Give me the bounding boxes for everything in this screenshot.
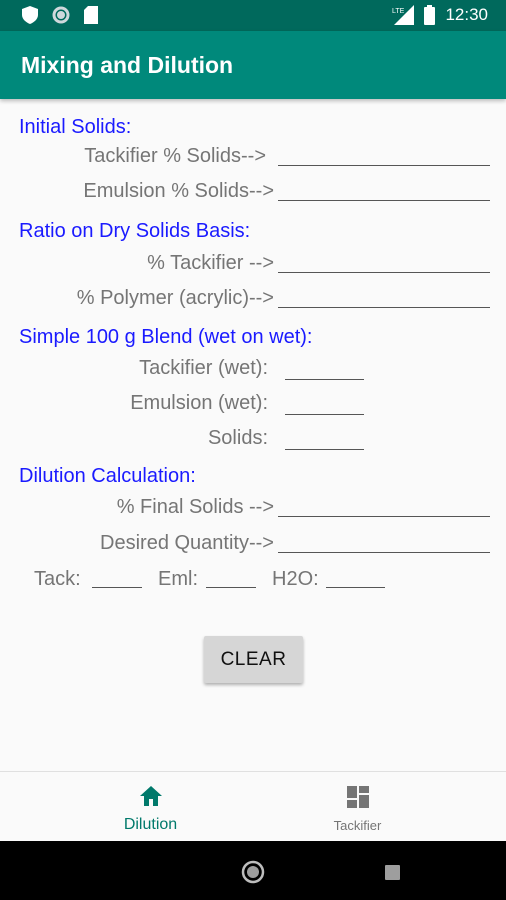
status-right-icons: LTE 12:30 xyxy=(392,5,488,25)
eml-output[interactable] xyxy=(206,564,256,588)
svg-text:LTE: LTE xyxy=(392,8,405,15)
final-solids-label: % Final Solids --> xyxy=(116,496,274,518)
tackifier-ratio-input[interactable] xyxy=(278,249,490,273)
solids-label: Solids: xyxy=(207,427,268,449)
battery-icon xyxy=(424,5,436,25)
tack-output[interactable] xyxy=(92,564,142,588)
blend-heading: Simple 100 g Blend (wet on wet): xyxy=(19,326,313,348)
solids-output[interactable] xyxy=(285,426,364,450)
h2o-output[interactable] xyxy=(326,564,385,588)
bottom-navigation: Dilution Tackifier xyxy=(0,771,506,841)
tackifier-wet-label: Tackifier (wet): xyxy=(139,357,268,379)
tackifier-solids-input[interactable] xyxy=(278,142,490,166)
polymer-ratio-label: % Polymer (acrylic)--> xyxy=(76,287,274,309)
tackifier-wet-output[interactable] xyxy=(285,356,364,380)
emulsion-solids-label: Emulsion % Solids--> xyxy=(83,180,274,202)
polymer-ratio-input[interactable] xyxy=(278,284,490,308)
circle-status-icon xyxy=(52,6,70,24)
app-bar: Mixing and Dilution xyxy=(0,31,506,99)
desired-quantity-label: Desired Quantity--> xyxy=(100,532,274,554)
lte-signal-icon: LTE xyxy=(392,5,415,25)
desired-quantity-input[interactable] xyxy=(278,529,490,553)
status-left-icons xyxy=(22,6,98,24)
home-circle-icon[interactable] xyxy=(241,860,265,884)
nav-label-tackifier: Tackifier xyxy=(333,818,382,833)
tackifier-solids-label: Tackifier % Solids--> xyxy=(84,145,266,167)
final-solids-input[interactable] xyxy=(278,493,490,517)
h2o-label: H2O: xyxy=(272,568,319,590)
status-time: 12:30 xyxy=(445,5,488,24)
dashboard-icon xyxy=(346,786,369,808)
shield-icon xyxy=(22,6,38,24)
home-icon xyxy=(139,786,162,806)
emulsion-solids-input[interactable] xyxy=(278,177,490,201)
emulsion-wet-label: Emulsion (wet): xyxy=(130,392,268,414)
ratio-heading: Ratio on Dry Solids Basis: xyxy=(19,220,251,242)
emulsion-wet-output[interactable] xyxy=(285,391,364,415)
app-title: Mixing and Dilution xyxy=(21,52,234,78)
clear-button[interactable]: CLEAR xyxy=(204,636,303,683)
sd-card-icon xyxy=(84,6,98,24)
main-content: Initial Solids: Tackifier % Solids--> Em… xyxy=(0,99,506,771)
initial-solids-heading: Initial Solids: xyxy=(19,116,132,138)
tack-label: Tack: xyxy=(34,568,81,590)
eml-label: Eml: xyxy=(158,568,198,590)
status-bar: LTE 12:30 xyxy=(0,0,506,31)
nav-item-tackifier[interactable]: Tackifier xyxy=(231,772,484,842)
system-navigation-bar xyxy=(0,841,506,900)
dilution-heading: Dilution Calculation: xyxy=(19,465,196,487)
recents-square-icon[interactable] xyxy=(385,865,400,880)
tackifier-ratio-label: % Tackifier --> xyxy=(147,252,274,274)
